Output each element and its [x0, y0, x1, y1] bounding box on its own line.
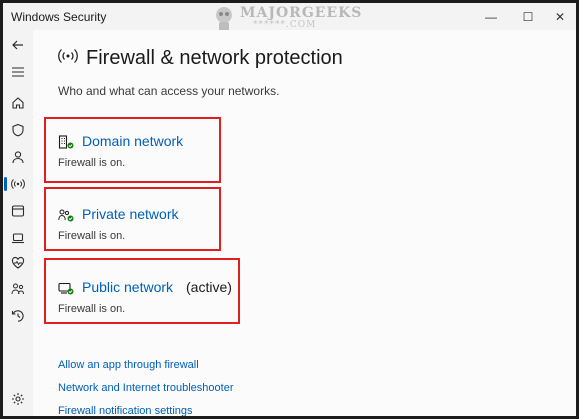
highlight-box-private [44, 187, 221, 251]
person-icon [12, 151, 24, 164]
wireless-icon [58, 49, 78, 63]
app-title: Windows Security [11, 10, 107, 24]
allow-app-link[interactable]: Allow an app through firewall [58, 359, 199, 371]
sidebar-item-home[interactable] [7, 92, 29, 114]
troubleshooter-link[interactable]: Network and Internet troubleshooter [58, 382, 234, 394]
sidebar-item-app-browser[interactable] [7, 200, 29, 222]
highlight-box-public [44, 258, 240, 324]
app-browser-icon [11, 205, 25, 217]
menu-button[interactable] [7, 61, 29, 83]
sidebar-item-device-health[interactable] [7, 252, 29, 274]
notification-settings-link[interactable]: Firewall notification settings [58, 405, 193, 416]
shield-icon [12, 123, 24, 137]
menu-icon [12, 67, 24, 77]
watermark-subtext: ******.COM [253, 20, 317, 30]
heart-icon [11, 256, 25, 269]
sidebar-item-device-security[interactable] [7, 227, 29, 249]
sidebar-item-account-protection[interactable] [7, 146, 29, 168]
highlight-box-domain [44, 117, 221, 183]
sidebar-item-virus-protection[interactable] [7, 119, 29, 141]
sidebar [3, 30, 33, 416]
title-bar: Windows Security MAJORGEEKS ******.COM —… [3, 3, 576, 31]
history-icon [11, 310, 24, 322]
minimize-button[interactable]: — [474, 3, 508, 30]
home-icon [12, 97, 24, 109]
close-button[interactable]: ✕ [543, 3, 576, 30]
main-content: Firewall & network protection Who and wh… [33, 30, 576, 416]
page-title: Firewall & network protection [86, 47, 343, 69]
windows-security-window: Windows Security MAJORGEEKS ******.COM —… [3, 3, 576, 416]
majorgeeks-logo-icon [216, 7, 232, 31]
wireless-icon [11, 179, 25, 189]
back-button[interactable] [7, 34, 29, 56]
sidebar-item-protection-history[interactable] [7, 305, 29, 327]
watermark-text: MAJORGEEKS [240, 5, 363, 21]
laptop-icon [12, 233, 24, 244]
back-icon [12, 40, 23, 50]
settings-icon [12, 393, 24, 405]
maximize-button[interactable]: ☐ [511, 3, 545, 30]
page-subtitle: Who and what can access your networks. [58, 84, 280, 98]
sidebar-item-settings[interactable] [7, 388, 29, 410]
sidebar-item-firewall[interactable] [7, 173, 29, 195]
family-icon [11, 283, 24, 295]
sidebar-item-family-options[interactable] [7, 278, 29, 300]
